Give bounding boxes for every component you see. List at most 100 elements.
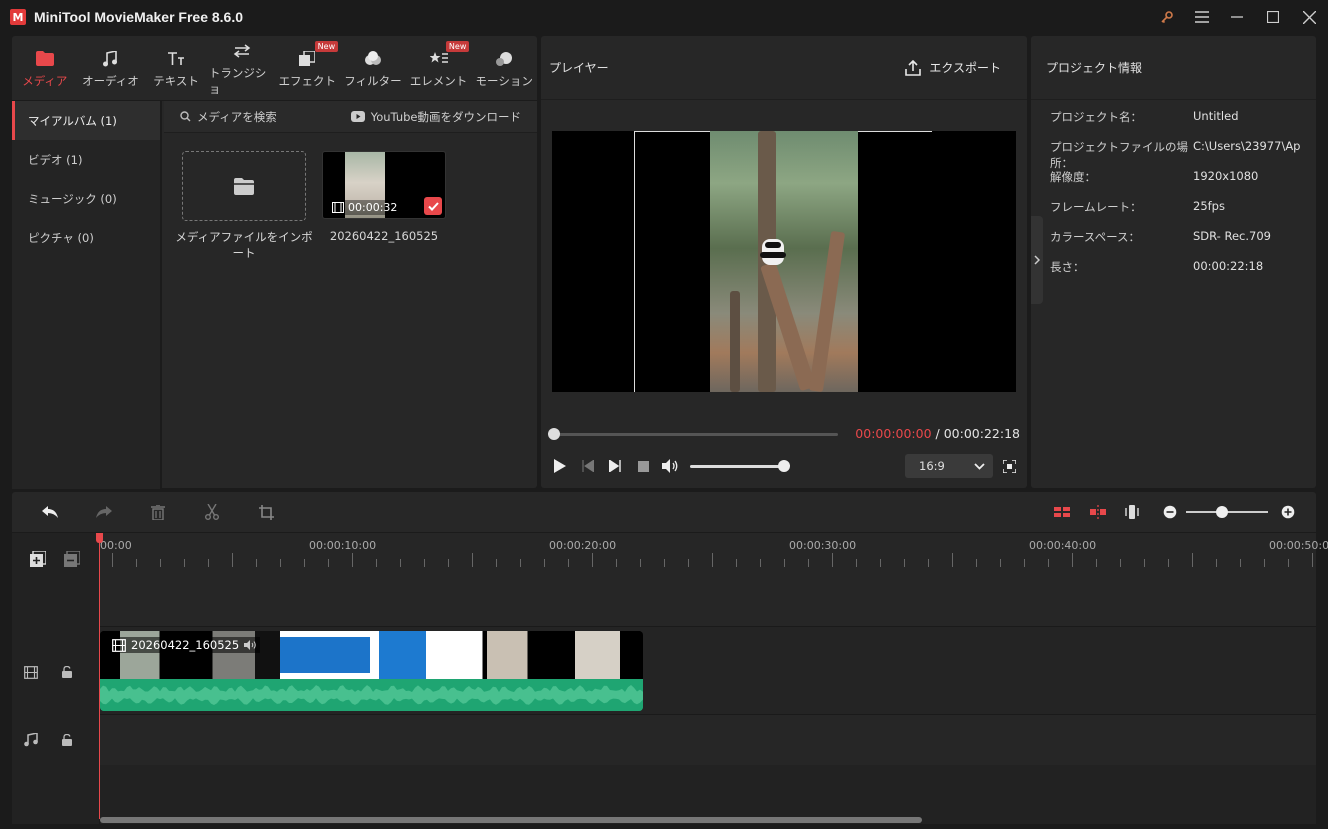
time-current: 00:00:00:00	[855, 426, 932, 441]
tab-filters[interactable]: フィルター	[340, 36, 406, 100]
video-frame-image	[710, 131, 858, 392]
playhead-line[interactable]	[99, 533, 100, 819]
track-headers	[12, 533, 100, 824]
transition-arrows-icon	[233, 40, 251, 62]
playback-progress-handle[interactable]	[548, 428, 560, 440]
project-info-panel: プロジェクト情報 プロジェクト名： Untitled プロジェクトファイルの場所…	[1031, 36, 1316, 488]
tab-media[interactable]: メディア	[12, 36, 78, 100]
music-track-icon	[23, 732, 39, 748]
redo-icon[interactable]	[94, 502, 114, 522]
tab-elements[interactable]: New エレメント	[406, 36, 472, 100]
elements-icon	[429, 48, 448, 70]
time-readout: 00:00:00:00 / 00:00:22:18	[855, 426, 1020, 441]
player-controls: 16:9	[541, 453, 1027, 479]
maximize-icon[interactable]	[1260, 5, 1286, 29]
unlock-icon[interactable]	[59, 664, 75, 680]
ruler-tick	[160, 559, 161, 567]
ruler-tick	[976, 559, 977, 567]
aspect-ratio-select[interactable]: 16:9	[905, 454, 993, 478]
tab-text[interactable]: テキスト	[143, 36, 209, 100]
ruler-tick	[784, 559, 785, 567]
tab-label: フィルター	[344, 73, 402, 88]
album-music[interactable]: ミュージック (0)	[12, 179, 160, 218]
panel-collapse-handle[interactable]	[1031, 216, 1043, 304]
ruler-tick	[736, 559, 737, 567]
ruler-tick	[568, 559, 569, 567]
playhead-handle[interactable]	[96, 533, 103, 543]
next-frame-icon[interactable]	[606, 457, 624, 475]
ruler-tick	[1312, 553, 1313, 567]
tab-label: メディア	[22, 73, 68, 88]
fit-timeline-icon[interactable]	[1122, 502, 1142, 522]
add-track-icon[interactable]	[30, 551, 46, 567]
ruler-label: 00:00:20:00	[549, 539, 617, 552]
video-preview[interactable]	[552, 131, 1016, 392]
menu-icon[interactable]	[1189, 5, 1215, 29]
ruler-tick	[1216, 559, 1217, 567]
ruler-label: 00:00:10:00	[309, 539, 377, 552]
zoom-in-icon[interactable]	[1278, 502, 1298, 522]
export-button[interactable]: エクスポート	[905, 59, 1001, 76]
title-bar: M MiniTool MovieMaker Free 8.6.0	[0, 0, 1328, 34]
delete-icon[interactable]	[148, 502, 168, 522]
time-separator: /	[931, 426, 944, 441]
album-picture[interactable]: ピクチャ (0)	[12, 218, 160, 257]
ruler-tick	[928, 559, 929, 567]
previous-frame-icon[interactable]	[579, 457, 597, 475]
timeline-video-clip[interactable]: 20260422_160525	[100, 631, 643, 711]
video-track-icon	[23, 664, 39, 680]
folder-icon	[35, 48, 54, 70]
tab-transition[interactable]: トランジショ	[209, 36, 275, 100]
remove-track-icon[interactable]	[64, 551, 80, 567]
volume-slider-track[interactable]	[690, 465, 784, 468]
split-track-icon[interactable]	[1052, 502, 1072, 522]
checkmark-icon[interactable]	[424, 197, 442, 215]
ruler-tick	[304, 559, 305, 567]
unlock-icon[interactable]	[59, 732, 75, 748]
tab-label: エフェクト	[278, 73, 337, 88]
ruler-tick	[760, 559, 761, 567]
tab-effects[interactable]: New エフェクト	[275, 36, 341, 100]
timeline-horizontal-scrollbar[interactable]	[100, 817, 922, 823]
media-tabs: メディア オーディオ テキスト トランジショ New エフェクト フィルター N…	[12, 36, 537, 100]
scissors-icon[interactable]	[202, 502, 222, 522]
zoom-out-icon[interactable]	[1160, 502, 1180, 522]
ruler-tick	[1168, 559, 1169, 567]
player-title: プレイヤー	[549, 61, 609, 75]
fullscreen-icon[interactable]	[1000, 457, 1018, 475]
magnet-snap-icon[interactable]	[1088, 502, 1108, 522]
album-label: ビデオ (1)	[28, 152, 83, 167]
stop-icon[interactable]	[634, 457, 652, 475]
volume-icon[interactable]	[661, 457, 679, 475]
minimize-icon[interactable]	[1224, 5, 1250, 29]
crop-icon[interactable]	[256, 502, 276, 522]
close-icon[interactable]	[1296, 5, 1322, 29]
media-panel: メディア オーディオ テキスト トランジショ New エフェクト フィルター N…	[12, 36, 537, 489]
media-clip-thumbnail[interactable]: 00:00:32	[322, 151, 446, 219]
ruler-label: 00:00:50:0	[1269, 539, 1328, 552]
clip-duration-badge: 00:00:32	[329, 200, 401, 215]
album-video[interactable]: ビデオ (1)	[12, 140, 160, 179]
youtube-download-link[interactable]: YouTube動画をダウンロード	[350, 109, 521, 125]
ruler-tick	[112, 553, 113, 567]
playback-progress-track[interactable]	[554, 433, 838, 436]
undo-icon[interactable]	[40, 502, 60, 522]
info-row-color-space: カラースペース： SDR- Rec.709	[1050, 229, 1316, 249]
media-search[interactable]: メディアを検索	[180, 109, 277, 125]
media-grid: メディアファイルをインポート 00:00:32 20260422_160525	[164, 133, 537, 489]
youtube-label: YouTube動画をダウンロード	[370, 109, 521, 124]
album-my-album[interactable]: マイアルバム (1)	[12, 101, 160, 140]
zoom-slider-handle[interactable]	[1216, 506, 1228, 518]
aspect-ratio-value: 16:9	[919, 459, 945, 473]
tab-motion[interactable]: モーション	[471, 36, 537, 100]
album-label: ピクチャ (0)	[28, 230, 94, 245]
ruler-tick	[856, 559, 857, 567]
ruler-tick	[496, 559, 497, 567]
timeline-ruler[interactable]: 00:00 00:00:10:00 00:00:20:00 00:00:30:0…	[100, 533, 1328, 573]
volume-slider-handle[interactable]	[778, 460, 790, 472]
ruler-tick	[640, 559, 641, 567]
key-icon[interactable]	[1154, 5, 1180, 29]
tab-audio[interactable]: オーディオ	[78, 36, 144, 100]
import-media-button[interactable]	[182, 151, 306, 221]
play-icon[interactable]	[551, 457, 569, 475]
